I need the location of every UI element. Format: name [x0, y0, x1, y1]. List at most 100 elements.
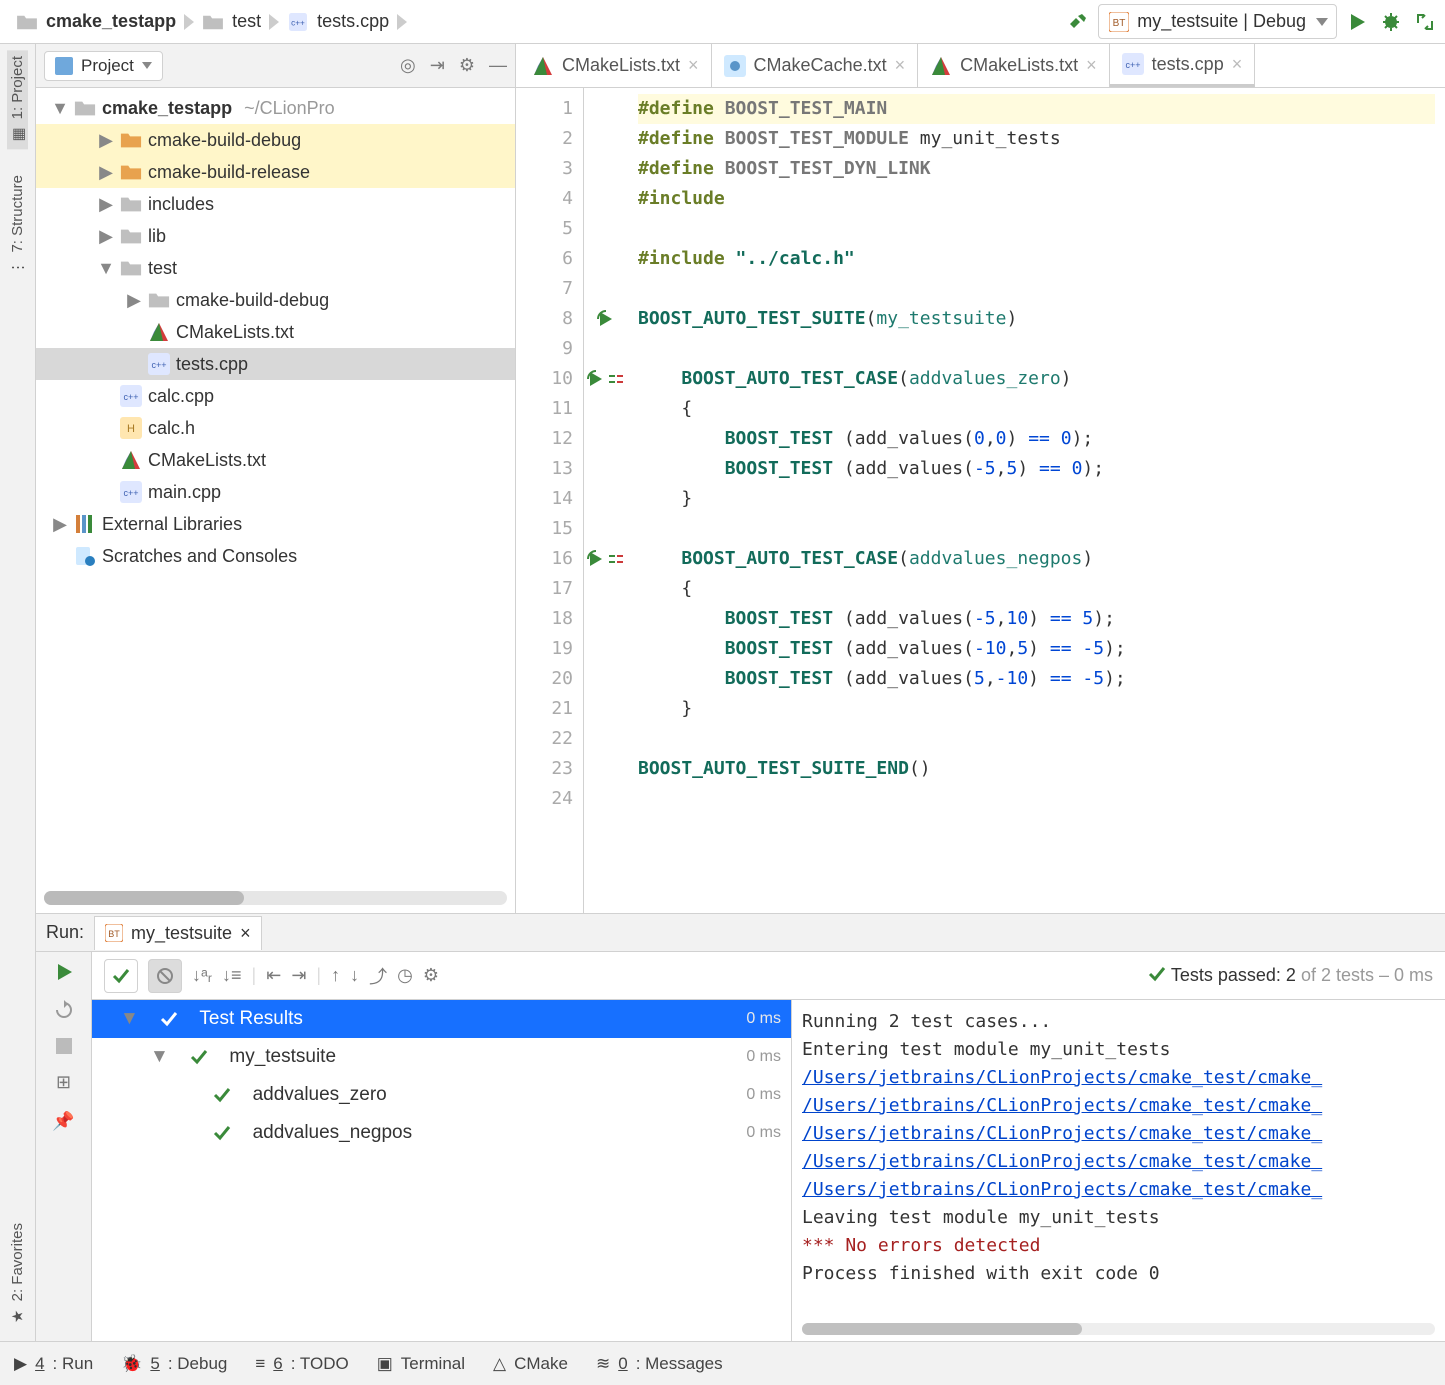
gutter-run-icon[interactable] [584, 214, 628, 244]
run-with-coverage-button[interactable] [1411, 8, 1439, 36]
close-icon[interactable]: × [895, 55, 906, 76]
scrollbar-horizontal[interactable] [802, 1323, 1435, 1335]
gutter-run-icon[interactable] [584, 454, 628, 484]
test-tree-row[interactable]: ▼ my_testsuite0 ms [92, 1038, 791, 1076]
tree-external[interactable]: ▶External Libraries [36, 508, 515, 540]
gutter-run-icon[interactable] [584, 784, 628, 814]
rerun-button[interactable] [54, 962, 74, 982]
gutter-run-icon[interactable] [584, 424, 628, 454]
stop-button[interactable] [56, 1038, 72, 1054]
tree-item[interactable]: Hcalc.h [36, 412, 515, 444]
tree-root[interactable]: ▼cmake_testapp~/CLionPro [36, 92, 515, 124]
test-console[interactable]: Running 2 test cases...Entering test mod… [792, 1000, 1445, 1341]
test-tree-row[interactable]: ▼ Test Results0 ms [92, 1000, 791, 1038]
breadcrumb-folder[interactable]: test [192, 7, 271, 36]
breadcrumb-file[interactable]: c++ tests.cpp [277, 7, 399, 36]
close-icon[interactable]: × [688, 55, 699, 76]
editor-tab[interactable]: CMakeLists.txt× [918, 44, 1110, 87]
console-link[interactable]: /Users/jetbrains/CLionProjects/cmake_tes… [802, 1123, 1322, 1144]
gutter-run-icon[interactable] [584, 514, 628, 544]
gutter-run-icon[interactable] [584, 124, 628, 154]
tree-item[interactable]: ▶cmake-build-release [36, 156, 515, 188]
next-fail-button[interactable]: ↓ [350, 965, 359, 986]
statusbar-item[interactable]: 🐞5: Debug [121, 1354, 227, 1374]
tree-item[interactable]: CMakeLists.txt [36, 316, 515, 348]
code-lines[interactable]: #define BOOST_TEST_MAIN#define BOOST_TES… [628, 88, 1445, 913]
scrollbar-horizontal[interactable] [44, 891, 507, 905]
debug-button[interactable] [1377, 8, 1405, 36]
statusbar-item[interactable]: ≋0: Messages [596, 1354, 723, 1374]
gutter-run-icon[interactable] [584, 394, 628, 424]
editor-tab[interactable]: CMakeLists.txt× [520, 44, 712, 87]
tree-item[interactable]: c++main.cpp [36, 476, 515, 508]
gutter-run-icon[interactable] [584, 274, 628, 304]
gutter-run-icon[interactable] [584, 94, 628, 124]
gutter-run-icon[interactable] [584, 664, 628, 694]
console-link[interactable]: /Users/jetbrains/CLionProjects/cmake_tes… [802, 1151, 1322, 1172]
statusbar-item[interactable]: △CMake [493, 1354, 568, 1374]
tree-item[interactable]: c++tests.cpp [36, 348, 515, 380]
close-icon[interactable]: × [240, 923, 251, 944]
gutter-run-icon[interactable] [584, 604, 628, 634]
test-tree-row[interactable]: addvalues_zero0 ms [92, 1076, 791, 1114]
favorites-tool-tab[interactable]: ★2: Favorites [7, 1217, 28, 1331]
history-button[interactable]: ◷ [397, 965, 413, 986]
tree-item[interactable]: CMakeLists.txt [36, 444, 515, 476]
statusbar-item[interactable]: ▶4: Run [14, 1354, 93, 1374]
layout-button[interactable]: ⊞ [56, 1072, 71, 1093]
console-link[interactable]: /Users/jetbrains/CLionProjects/cmake_tes… [802, 1067, 1322, 1088]
test-tree-row[interactable]: addvalues_negpos0 ms [92, 1114, 791, 1152]
close-icon[interactable]: × [1232, 54, 1243, 75]
expand-all-button[interactable]: ⇤ [266, 965, 281, 986]
tree-scratches[interactable]: Scratches and Consoles [36, 540, 515, 572]
project-tree[interactable]: ▼cmake_testapp~/CLionPro▶cmake-build-deb… [36, 88, 515, 883]
show-passed-toggle[interactable] [104, 959, 138, 993]
editor-tab[interactable]: CMakeCache.txt× [712, 44, 919, 87]
editor-tab[interactable]: c++tests.cpp× [1110, 44, 1256, 87]
statusbar-item[interactable]: ▣Terminal [377, 1354, 465, 1374]
collapse-icon[interactable]: ⇥ [430, 55, 445, 76]
build-button[interactable] [1064, 8, 1092, 36]
tree-item[interactable]: c++calc.cpp [36, 380, 515, 412]
test-tree[interactable]: ▼ Test Results0 ms▼ my_testsuite0 ms add… [92, 1000, 792, 1341]
collapse-all-button[interactable]: ⇥ [291, 965, 306, 986]
sort-duration-button[interactable]: ↓≡ [222, 965, 242, 986]
pin-button[interactable]: 📌 [52, 1111, 74, 1132]
gutter-run-icon[interactable] [584, 724, 628, 754]
gutter-run-icon[interactable] [584, 364, 628, 394]
breadcrumb-root[interactable]: cmake_testapp [6, 7, 186, 36]
gutter-run-icon[interactable] [584, 244, 628, 274]
gutter-run-icon[interactable] [584, 694, 628, 724]
project-view-selector[interactable]: Project [44, 51, 163, 81]
close-icon[interactable]: × [1086, 55, 1097, 76]
test-settings-button[interactable]: ⚙ [423, 965, 439, 986]
export-button[interactable]: ⤴ [369, 963, 387, 989]
prev-fail-button[interactable]: ↑ [331, 965, 340, 986]
show-ignored-toggle[interactable] [148, 959, 182, 993]
gutter-run-icon[interactable] [584, 634, 628, 664]
gutter-run-icon[interactable] [584, 154, 628, 184]
gutter-run-icon[interactable] [584, 484, 628, 514]
gutter-run-icon[interactable] [584, 304, 628, 334]
toggle-auto-button[interactable] [54, 1000, 74, 1020]
gutter-marks[interactable] [584, 88, 628, 913]
statusbar-item[interactable]: ≡6: TODO [255, 1354, 348, 1374]
console-link[interactable]: /Users/jetbrains/CLionProjects/cmake_tes… [802, 1179, 1322, 1200]
hide-icon[interactable]: — [489, 55, 507, 76]
sort-alpha-button[interactable]: ↓ᵃᵣ [192, 965, 212, 986]
run-button[interactable] [1343, 8, 1371, 36]
tree-item[interactable]: ▶cmake-build-debug [36, 284, 515, 316]
tree-item[interactable]: ▶includes [36, 188, 515, 220]
run-tab[interactable]: BT my_testsuite × [94, 916, 262, 950]
run-config-selector[interactable]: BT my_testsuite | Debug [1098, 4, 1337, 39]
gutter-run-icon[interactable] [584, 334, 628, 364]
tree-item[interactable]: ▶lib [36, 220, 515, 252]
settings-icon[interactable]: ⚙ [459, 55, 475, 76]
tree-item[interactable]: ▶cmake-build-debug [36, 124, 515, 156]
project-tool-tab[interactable]: ▦1: Project [7, 50, 28, 149]
console-link[interactable]: /Users/jetbrains/CLionProjects/cmake_tes… [802, 1095, 1322, 1116]
gutter-run-icon[interactable] [584, 574, 628, 604]
tree-item[interactable]: ▼test [36, 252, 515, 284]
gutter-run-icon[interactable] [584, 184, 628, 214]
locate-icon[interactable]: ◎ [400, 55, 416, 76]
